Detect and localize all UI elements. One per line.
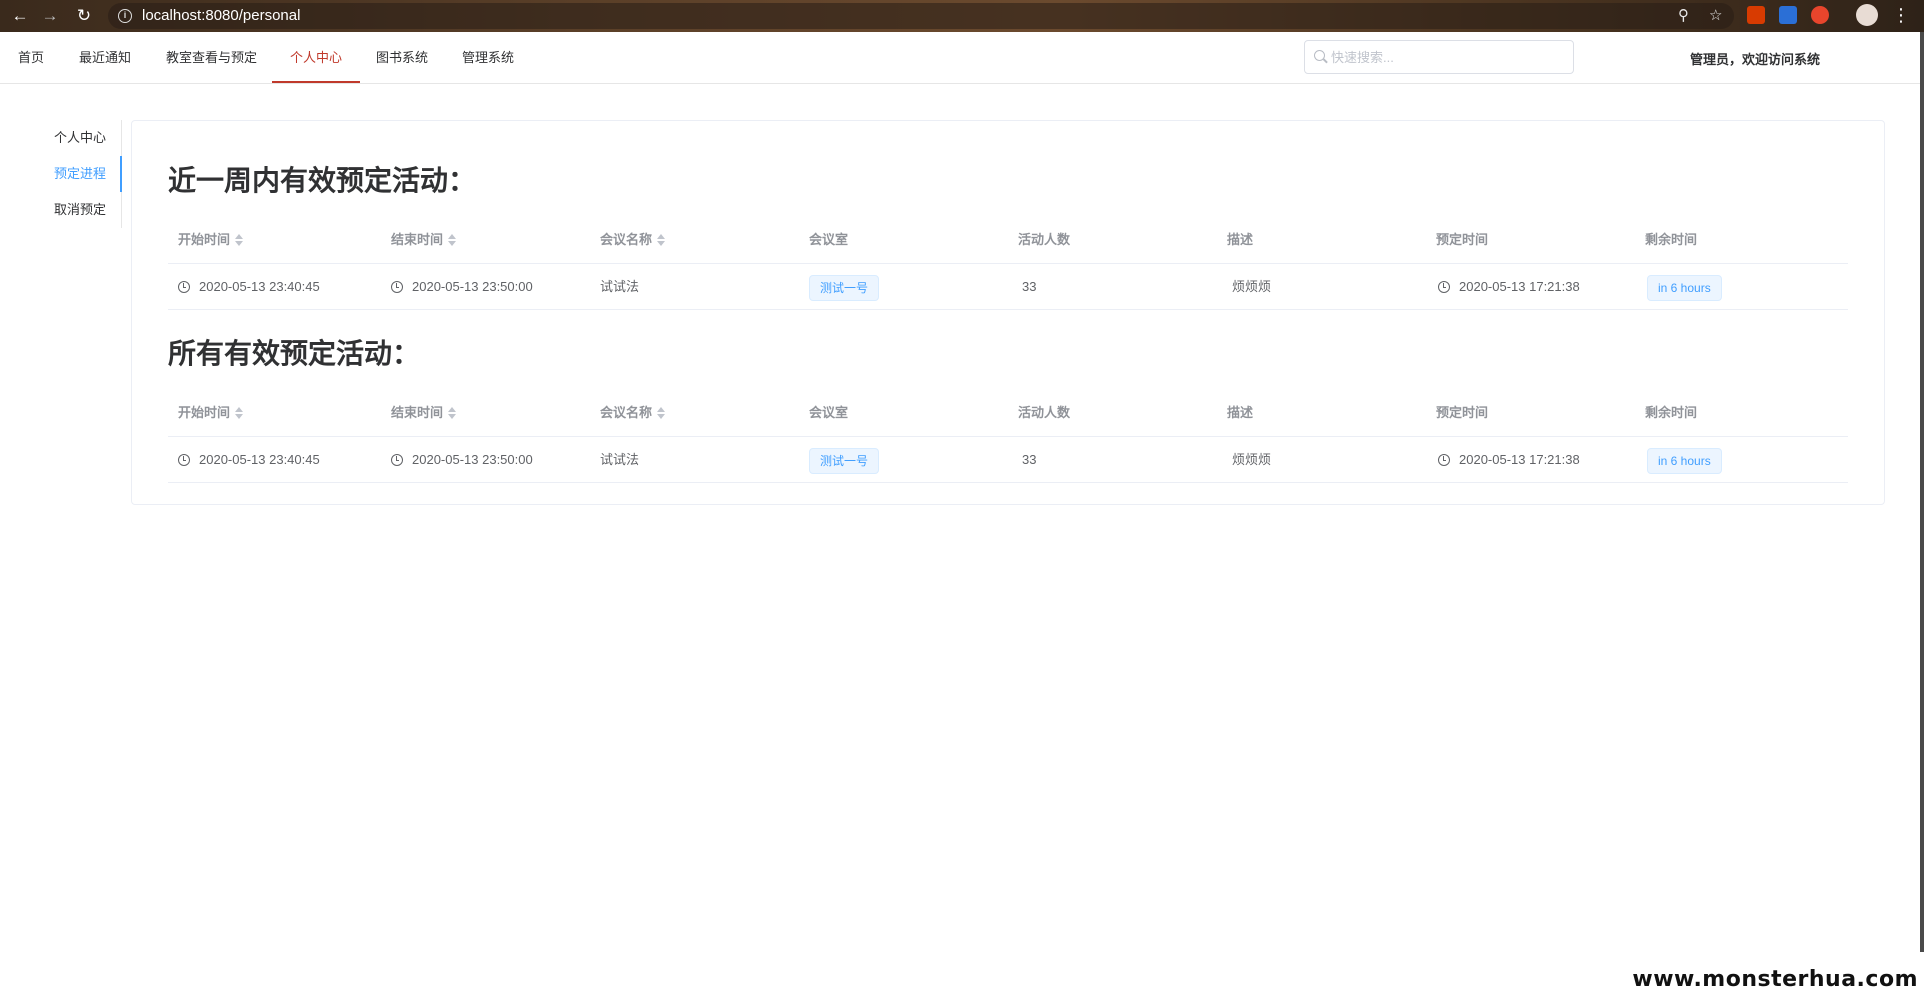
col-end-time[interactable]: 结束时间 (391, 389, 457, 437)
sort-icon[interactable] (448, 233, 457, 246)
room-tag: 测试一号 (809, 274, 880, 301)
clock-icon (391, 280, 403, 293)
col-people: 活动人数 (1018, 232, 1071, 247)
nav-personal-center[interactable]: 个人中心 (272, 32, 361, 83)
content-card: 近一周内有效预定活动： 开始时间 结束时间 会议名称 会议室 活动人数 描述 预… (131, 120, 1885, 505)
cell-people: 33 (1022, 279, 1037, 294)
nav-notices[interactable]: 最近通知 (61, 32, 149, 83)
col-room: 会议室 (809, 232, 849, 247)
search-icon (1314, 50, 1325, 61)
nav-home[interactable]: 首页 (0, 32, 62, 83)
cell-room: 测试一号 (809, 437, 880, 483)
side-item-cancel-booking[interactable]: 取消预定 (40, 192, 121, 228)
back-icon[interactable]: ← (10, 6, 30, 26)
url-text[interactable]: localhost:8080/personal (142, 7, 300, 24)
watermark: www.monsterhua.com (1632, 967, 1918, 992)
cell-booked-time: 2020-05-13 17:21:38 (1438, 437, 1580, 483)
col-remaining: 剩余时间 (1645, 232, 1698, 247)
side-item-booking-progress[interactable]: 预定进程 (40, 156, 122, 192)
table-row[interactable]: 2020-05-13 23:40:45 2020-05-13 23:50:00 … (168, 264, 1848, 310)
office-extension-icon[interactable] (1747, 6, 1765, 24)
cell-meeting-name: 试试法 (600, 279, 640, 294)
col-start-time[interactable]: 开始时间 (178, 216, 244, 264)
profile-avatar[interactable] (1856, 4, 1878, 26)
section-title-week: 近一周内有效预定活动： (168, 165, 477, 196)
table-week: 开始时间 结束时间 会议名称 会议室 活动人数 描述 预定时间 剩余时间 202… (168, 216, 1848, 310)
clock-icon (178, 453, 190, 466)
cell-end-time: 2020-05-13 23:50:00 (391, 437, 533, 483)
search-input[interactable] (1331, 48, 1561, 66)
reload-icon[interactable]: ↻ (74, 6, 94, 26)
col-description: 描述 (1227, 405, 1254, 420)
search-box (1304, 40, 1574, 74)
cell-remaining: in 6 hours (1647, 437, 1722, 483)
sort-icon[interactable] (448, 406, 457, 419)
col-booked-time: 预定时间 (1436, 405, 1489, 420)
col-meeting-name[interactable]: 会议名称 (600, 216, 666, 264)
sort-icon[interactable] (657, 406, 666, 419)
sort-icon[interactable] (235, 406, 244, 419)
translate-extension-icon[interactable] (1779, 6, 1797, 24)
scrollbar[interactable] (1920, 32, 1924, 952)
cell-room: 测试一号 (809, 264, 880, 310)
welcome-text: 管理员，欢迎访问系统 (1690, 52, 1821, 67)
nav-classroom-booking[interactable]: 教室查看与预定 (148, 32, 275, 83)
col-booked-time: 预定时间 (1436, 232, 1489, 247)
top-navigation: 首页 最近通知 教室查看与预定 个人中心 图书系统 管理系统 管理员，欢迎访问系… (0, 32, 1924, 84)
table-header: 开始时间 结束时间 会议名称 会议室 活动人数 描述 预定时间 剩余时间 (168, 389, 1848, 437)
side-item-personal-center[interactable]: 个人中心 (40, 120, 121, 156)
col-end-time[interactable]: 结束时间 (391, 216, 457, 264)
sort-icon[interactable] (657, 233, 666, 246)
col-start-time[interactable]: 开始时间 (178, 389, 244, 437)
sort-icon[interactable] (235, 233, 244, 246)
cell-remaining: in 6 hours (1647, 264, 1722, 310)
star-icon[interactable]: ☆ (1709, 6, 1722, 24)
cell-meeting-name: 试试法 (600, 452, 640, 467)
clock-icon (178, 280, 190, 293)
cell-description: 烦烦烦 (1232, 452, 1272, 467)
cell-people: 33 (1022, 452, 1037, 467)
more-menu-icon[interactable]: ⋮ (1892, 4, 1910, 26)
address-bar[interactable]: i localhost:8080/personal ⚲ ☆ (108, 3, 1734, 29)
table-header: 开始时间 结束时间 会议名称 会议室 活动人数 描述 预定时间 剩余时间 (168, 216, 1848, 264)
col-description: 描述 (1227, 232, 1254, 247)
cell-start-time: 2020-05-13 23:40:45 (178, 437, 320, 483)
cell-end-time: 2020-05-13 23:50:00 (391, 264, 533, 310)
clock-icon (391, 453, 403, 466)
section-title-all: 所有有效预定活动： (168, 338, 421, 369)
browser-toolbar: ← → ↻ i localhost:8080/personal ⚲ ☆ ⋮ (0, 0, 1924, 32)
cell-start-time: 2020-05-13 23:40:45 (178, 264, 320, 310)
info-icon[interactable]: i (118, 9, 132, 23)
col-room: 会议室 (809, 405, 849, 420)
cell-description: 烦烦烦 (1232, 279, 1272, 294)
forward-icon[interactable]: → (40, 6, 60, 26)
clock-icon (1438, 280, 1450, 293)
col-remaining: 剩余时间 (1645, 405, 1698, 420)
clock-icon (1438, 453, 1450, 466)
remaining-tag: in 6 hours (1647, 447, 1722, 474)
remaining-tag: in 6 hours (1647, 274, 1722, 301)
side-menu: 个人中心 预定进程 取消预定 (40, 120, 122, 228)
nav-library-system[interactable]: 图书系统 (358, 32, 446, 83)
blocker-extension-icon[interactable] (1811, 6, 1829, 24)
zoom-icon[interactable]: ⚲ (1678, 6, 1689, 24)
col-meeting-name[interactable]: 会议名称 (600, 389, 666, 437)
cell-booked-time: 2020-05-13 17:21:38 (1438, 264, 1580, 310)
room-tag: 测试一号 (809, 447, 880, 474)
table-all: 开始时间 结束时间 会议名称 会议室 活动人数 描述 预定时间 剩余时间 202… (168, 389, 1848, 483)
table-row[interactable]: 2020-05-13 23:40:45 2020-05-13 23:50:00 … (168, 437, 1848, 483)
col-people: 活动人数 (1018, 405, 1071, 420)
nav-admin-system[interactable]: 管理系统 (444, 32, 532, 83)
